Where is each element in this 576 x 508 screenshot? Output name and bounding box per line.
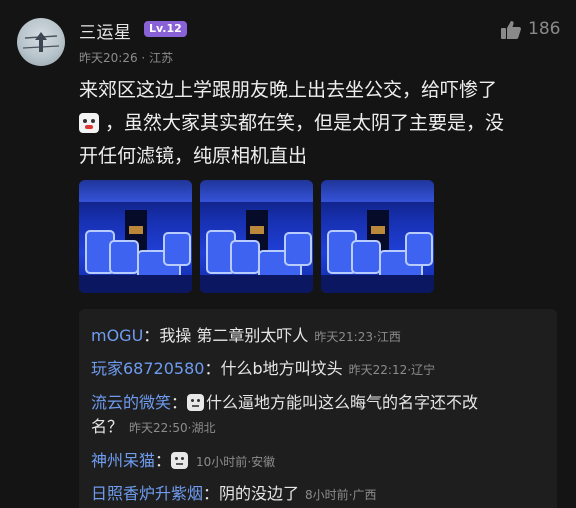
post-username[interactable]: 三运星 bbox=[79, 18, 132, 43]
comment-item[interactable]: 流云的微笑： 什么逼地方能叫这么晦气的名字还不改 bbox=[91, 389, 547, 413]
photo-thumbnail[interactable] bbox=[79, 180, 192, 293]
comment-user[interactable]: 流云的微笑 bbox=[91, 393, 171, 412]
post-location: 江苏 bbox=[149, 51, 174, 65]
comment-user[interactable]: 玩家68720580 bbox=[91, 359, 204, 378]
comment-sep: ： bbox=[155, 451, 172, 470]
comment-time: 昨天22:12 bbox=[348, 363, 408, 377]
content-line-3: 开任何滤镜，纯原相机直出 bbox=[79, 145, 308, 167]
photo-thumbnail[interactable] bbox=[321, 180, 434, 293]
comment-item[interactable]: 日照香炉升紫烟：阴的没边了 8小时前·广西 bbox=[91, 480, 547, 504]
comment-meta: 昨天22:50·湖北 bbox=[129, 421, 216, 435]
comment-location: 广西 bbox=[352, 488, 377, 502]
comment-meta: 10小时前·安徽 bbox=[196, 455, 276, 469]
like-count: 186 bbox=[528, 19, 561, 39]
comment-time: 10小时前 bbox=[196, 455, 248, 469]
comment-user[interactable]: 日照香炉升紫烟 bbox=[91, 484, 203, 503]
comment-location: 辽宁 bbox=[411, 363, 436, 377]
comment-meta: 昨天22:12·辽宁 bbox=[348, 363, 436, 377]
content-line-2-text: ，虽然大家其实都在笑，但是太阴了主要是，没 bbox=[105, 112, 505, 134]
comment-item[interactable]: 神州呆猫： 10小时前·安徽 bbox=[91, 447, 547, 471]
comment-location: 江西 bbox=[376, 330, 401, 344]
thumbs-up-icon[interactable] bbox=[500, 20, 522, 44]
post-content: 来郊区这边上学跟朋友晚上出去坐公交，给吓惨了 ，虽然大家其实都在笑，但是太阴了主… bbox=[79, 74, 549, 173]
comment-user[interactable]: 神州呆猫 bbox=[91, 451, 155, 470]
comment-time: 8小时前 bbox=[305, 488, 349, 502]
avatar-image bbox=[22, 32, 60, 52]
comment-text: 阴的没边了 bbox=[219, 484, 300, 503]
comment-sep: ： bbox=[203, 484, 220, 503]
comment-item[interactable]: 玩家68720580：什么b地方叫坟头 昨天22:12·辽宁 bbox=[91, 355, 547, 379]
comment-text: 我操 第二章别太吓人 bbox=[159, 326, 309, 345]
comment-box: mOGU：我操 第二章别太吓人 昨天21:23·江西 玩家68720580：什么b… bbox=[79, 309, 557, 508]
content-line-1: 来郊区这边上学跟朋友晚上出去坐公交，给吓惨了 bbox=[79, 79, 498, 101]
comment-meta: 昨天21:23·江西 bbox=[314, 330, 401, 344]
meta-separator: · bbox=[141, 51, 146, 65]
comment-text: 什么b地方叫坟头 bbox=[220, 359, 343, 378]
comment-sep: ： bbox=[204, 359, 221, 378]
comment-time: 昨天22:50 bbox=[129, 421, 188, 435]
level-badge: Lv.12 bbox=[144, 21, 187, 37]
comment-user[interactable]: mOGU bbox=[91, 326, 143, 345]
face-emoji-icon bbox=[187, 394, 205, 411]
comment-location: 湖北 bbox=[191, 421, 216, 435]
comment-text: 什么逼地方能叫这么晦气的名字还不改 bbox=[206, 393, 479, 412]
comment-text-continued: 名？ bbox=[91, 417, 124, 436]
face-emoji-icon bbox=[171, 452, 189, 469]
post-time: 昨天20:26 bbox=[79, 51, 138, 65]
scared-face-emoji-icon bbox=[79, 113, 99, 133]
comment-item-continued[interactable]: 名？ 昨天22:50·湖北 bbox=[91, 413, 547, 437]
comment-location: 安徽 bbox=[251, 455, 276, 469]
photo-thumbnail[interactable] bbox=[200, 180, 313, 293]
content-line-2: ，虽然大家其实都在笑，但是太阴了主要是，没 bbox=[79, 107, 549, 140]
comment-sep: ： bbox=[143, 326, 160, 345]
comment-time: 昨天21:23 bbox=[314, 330, 373, 344]
comment-meta: 8小时前·广西 bbox=[305, 488, 377, 502]
comment-sep: ： bbox=[171, 393, 188, 412]
comment-item[interactable]: mOGU：我操 第二章别太吓人 昨天21:23·江西 bbox=[91, 322, 547, 346]
post-meta: 昨天20:26 · 江苏 bbox=[79, 49, 173, 66]
avatar[interactable] bbox=[17, 18, 65, 66]
